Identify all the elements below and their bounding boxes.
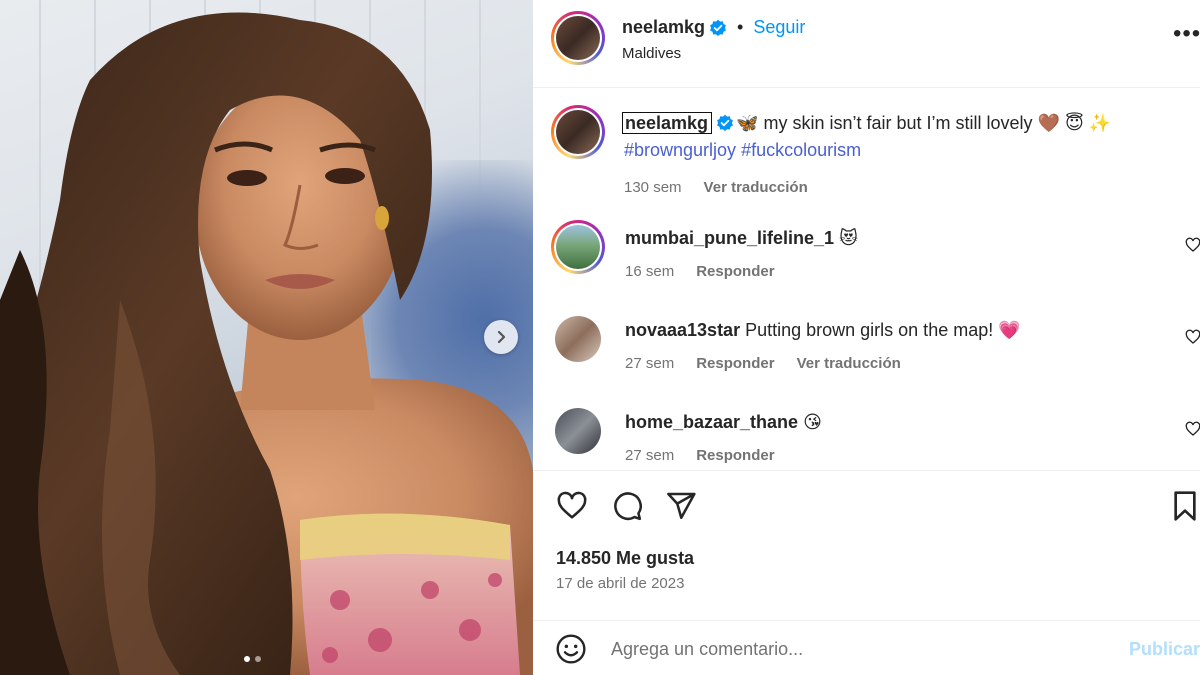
post-header: neelamkg • Seguir Maldives ••• (533, 0, 1200, 88)
post-media[interactable] (0, 0, 533, 675)
comment-body: home_bazaar_thane 😘 (625, 412, 822, 433)
bookmark-icon[interactable] (1171, 490, 1199, 522)
caption-avatar[interactable] (551, 105, 605, 159)
comment-time: 16 sem (625, 263, 675, 280)
post-actions: 14.850 Me gusta 17 de abril de 2023 (533, 470, 1200, 620)
caption-emojis: 🤎 😇 ✨ (1037, 113, 1112, 133)
chevron-right-icon (497, 330, 506, 344)
comment-time: 27 sem (625, 447, 675, 464)
paper-plane-icon[interactable] (665, 490, 697, 522)
reply-button[interactable]: Responder (696, 355, 774, 372)
comment-meta: 16 sem Responder (625, 263, 775, 280)
smiley-icon[interactable] (555, 633, 587, 665)
comment-bubble-icon[interactable] (611, 490, 643, 522)
commenter-username[interactable]: home_bazaar_thane (625, 412, 798, 432)
comment-meta: 27 sem Responder (625, 447, 775, 464)
comment-time: 27 sem (625, 355, 675, 372)
comment-text: 😘 (803, 412, 822, 432)
heart-icon[interactable] (1185, 329, 1200, 345)
hashtag-link[interactable]: #fuckcolourism (741, 140, 861, 160)
commenter-avatar[interactable] (551, 220, 605, 274)
post-side-panel: neelamkg • Seguir Maldives ••• neelamkg … (533, 0, 1200, 675)
commenter-avatar[interactable] (555, 316, 601, 362)
commenter-username[interactable]: novaaa13star (625, 320, 740, 340)
caption-meta: 130 sem Ver traducción (624, 174, 1184, 201)
commenter-avatar[interactable] (555, 408, 601, 454)
comment-body: mumbai_pune_lifeline_1 😻 (625, 228, 858, 249)
caption-text: my skin isn’t fair but I’m still lovely (758, 113, 1038, 133)
caption-time: 130 sem (624, 179, 682, 196)
more-options-icon[interactable]: ••• (1173, 20, 1200, 48)
heart-icon[interactable] (1185, 421, 1200, 437)
caption-username[interactable]: neelamkg (622, 112, 713, 134)
heart-icon[interactable] (1185, 237, 1200, 253)
comment-text: Putting brown girls on the map! 💗 (745, 320, 1021, 340)
reply-button[interactable]: Responder (696, 263, 774, 280)
likes-count[interactable]: 14.850 Me gusta (556, 548, 694, 569)
carousel-dot (255, 656, 261, 662)
comment-body: novaaa13star Putting brown girls on the … (625, 320, 1021, 341)
comment-composer: Publicar (533, 620, 1200, 675)
verified-badge-icon (710, 19, 726, 36)
commenter-username[interactable]: mumbai_pune_lifeline_1 (625, 228, 834, 248)
translate-button[interactable]: Ver traducción (704, 179, 808, 196)
carousel-indicator (244, 656, 261, 662)
comment-meta: 27 sem Responder Ver traducción (625, 355, 901, 372)
carousel-dot-active (244, 656, 250, 662)
caption-text-block: neelamkg 🦋 my skin isn’t fair but I’m st… (622, 110, 1184, 201)
heart-icon[interactable] (555, 490, 589, 522)
author-username[interactable]: neelamkg (622, 17, 705, 38)
carousel-next-button[interactable] (484, 320, 518, 354)
follow-button[interactable]: Seguir (753, 17, 805, 38)
portrait-photo (0, 12, 533, 675)
post-date: 17 de abril de 2023 (556, 575, 685, 592)
comment-text: 😻 (839, 228, 858, 248)
hashtag-link[interactable]: #browngurljoy (624, 140, 736, 160)
translate-button[interactable]: Ver traducción (797, 355, 901, 372)
comment-input[interactable] (611, 633, 1111, 665)
reply-button[interactable]: Responder (696, 447, 774, 464)
publish-button[interactable]: Publicar (1129, 639, 1200, 660)
butterfly-emoji: 🦋 (736, 113, 759, 133)
author-avatar[interactable] (551, 11, 605, 65)
separator-dot: • (737, 17, 744, 37)
verified-badge-icon (717, 114, 733, 131)
comments-section[interactable]: neelamkg 🦋 my skin isn’t fair but I’m st… (533, 89, 1200, 470)
post-location[interactable]: Maldives (622, 45, 681, 62)
